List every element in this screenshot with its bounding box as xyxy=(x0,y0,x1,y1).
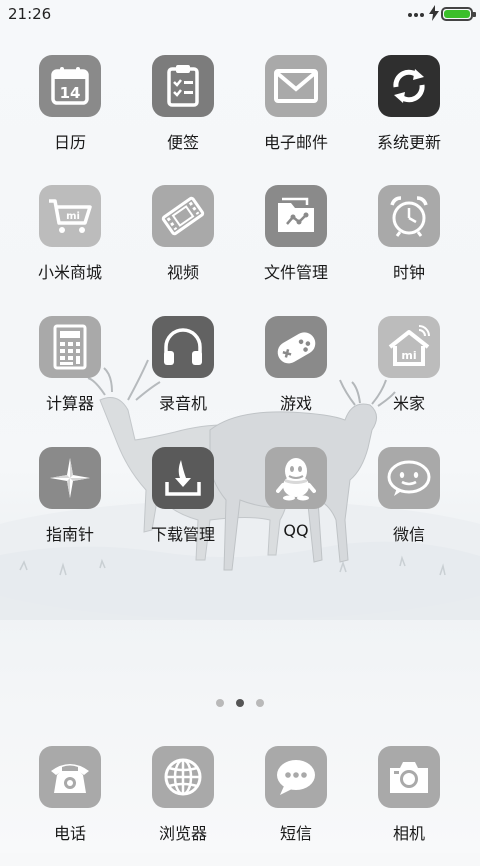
app-clock[interactable]: 时钟 xyxy=(353,185,465,305)
app-calculator[interactable]: 计算器 xyxy=(14,316,126,436)
mi-store-icon: mi xyxy=(39,185,101,247)
app-recorder[interactable]: 录音机 xyxy=(127,316,239,436)
app-label: 电话 xyxy=(53,824,86,843)
app-label: 短信 xyxy=(279,824,312,843)
app-wechat[interactable]: 微信 xyxy=(353,447,465,567)
status-bar: 21:26 xyxy=(0,0,480,28)
page-dot-3[interactable] xyxy=(256,699,264,707)
charging-bolt-icon xyxy=(429,5,439,21)
app-compass[interactable]: 指南针 xyxy=(14,447,126,567)
status-time: 21:26 xyxy=(8,5,52,23)
phone-icon xyxy=(39,746,101,808)
page-dot-1[interactable] xyxy=(216,699,224,707)
app-system-update[interactable]: 系统更新 xyxy=(353,55,465,175)
download-icon xyxy=(152,447,214,509)
app-label: 指南针 xyxy=(45,525,94,544)
clock-icon xyxy=(378,185,440,247)
mi-store-logo-text: mi xyxy=(66,211,80,222)
app-label: 小米商城 xyxy=(37,263,102,282)
app-label: 文件管理 xyxy=(263,263,328,282)
browser-icon xyxy=(152,746,214,808)
app-label: 日历 xyxy=(53,133,86,152)
notes-icon xyxy=(152,55,214,117)
dock-app-messages[interactable]: 短信 xyxy=(240,746,352,866)
app-label: 游戏 xyxy=(279,394,312,413)
app-label: 系统更新 xyxy=(376,133,441,152)
app-mail[interactable]: 电子邮件 xyxy=(240,55,352,175)
app-calendar[interactable]: 14 日历 xyxy=(14,55,126,175)
app-label: 微信 xyxy=(392,525,425,544)
update-icon xyxy=(378,55,440,117)
calculator-icon xyxy=(39,316,101,378)
notification-dots-icon xyxy=(408,13,428,19)
app-game[interactable]: 游戏 xyxy=(240,316,352,436)
file-manager-icon xyxy=(265,185,327,247)
app-label: 浏览器 xyxy=(158,824,207,843)
app-label: 便签 xyxy=(166,133,199,152)
page-indicator[interactable] xyxy=(212,699,268,709)
app-label: 电子邮件 xyxy=(263,133,328,152)
app-mi-home[interactable]: mi 米家 xyxy=(353,316,465,436)
mail-icon xyxy=(265,55,327,117)
mi-home-logo-text: mi xyxy=(401,349,416,362)
dock-app-browser[interactable]: 浏览器 xyxy=(127,746,239,866)
dock-app-phone[interactable]: 电话 xyxy=(14,746,126,866)
app-label: 米家 xyxy=(392,394,425,413)
calendar-icon: 14 xyxy=(39,55,101,117)
app-label: 录音机 xyxy=(158,394,207,413)
mi-home-icon: mi xyxy=(378,316,440,378)
page-dot-2[interactable] xyxy=(236,699,244,707)
calendar-icon-day: 14 xyxy=(60,84,81,102)
battery-icon xyxy=(441,7,476,21)
dock-app-camera[interactable]: 相机 xyxy=(353,746,465,866)
app-label: 计算器 xyxy=(45,394,94,413)
battery-level-fill xyxy=(444,10,470,18)
app-label: QQ xyxy=(283,521,309,540)
headphones-icon xyxy=(152,316,214,378)
app-qq[interactable]: QQ xyxy=(240,447,352,567)
app-label: 相机 xyxy=(392,824,425,843)
wechat-icon xyxy=(378,447,440,509)
app-file-manager[interactable]: 文件管理 xyxy=(240,185,352,305)
camera-icon xyxy=(378,746,440,808)
video-icon xyxy=(152,185,214,247)
app-video[interactable]: 视频 xyxy=(127,185,239,305)
app-label: 视频 xyxy=(166,263,199,282)
compass-icon xyxy=(39,447,101,509)
app-label: 时钟 xyxy=(392,263,425,282)
qq-icon xyxy=(265,447,327,509)
game-icon xyxy=(265,316,327,378)
messages-icon xyxy=(265,746,327,808)
app-mi-store[interactable]: mi 小米商城 xyxy=(14,185,126,305)
app-downloads[interactable]: 下载管理 xyxy=(127,447,239,567)
app-notes[interactable]: 便签 xyxy=(127,55,239,175)
app-label: 下载管理 xyxy=(150,525,215,544)
